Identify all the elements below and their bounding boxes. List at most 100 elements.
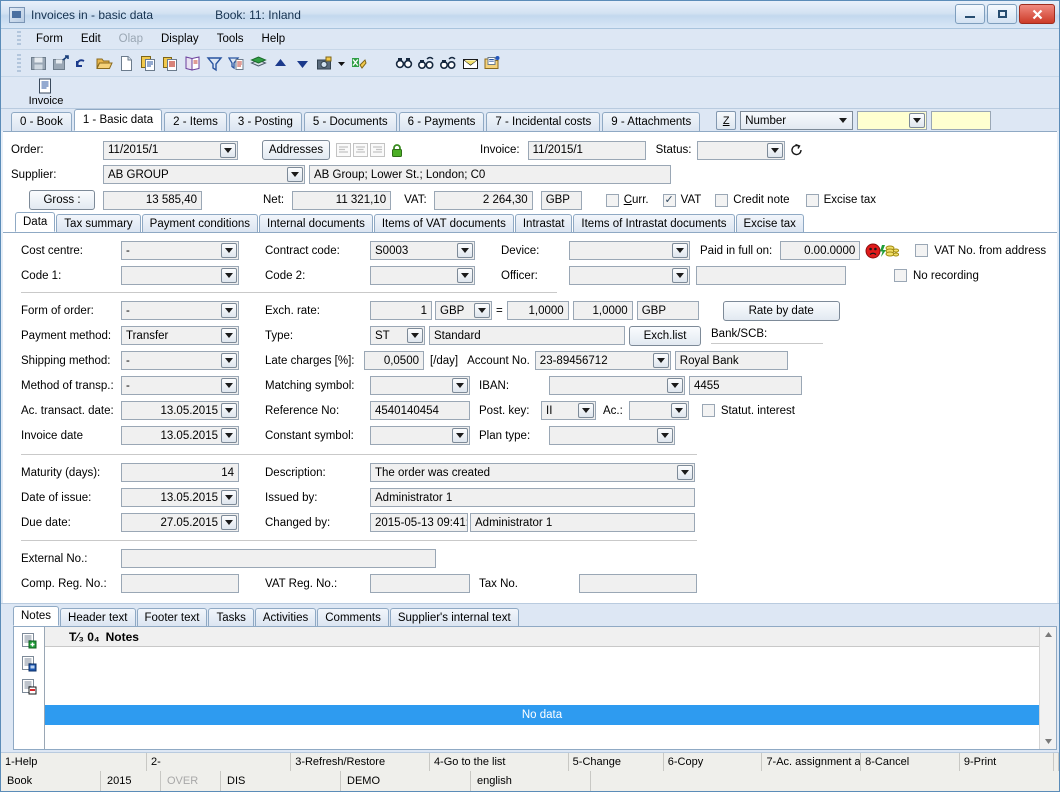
find-icon[interactable]: [393, 52, 415, 74]
notes-scrollbar[interactable]: [1039, 627, 1056, 749]
post-key-select[interactable]: II: [541, 401, 596, 420]
undo-icon[interactable]: [71, 52, 93, 74]
gross-value-field[interactable]: 13 585,40: [103, 191, 202, 210]
filter-document-icon[interactable]: [225, 52, 247, 74]
tab-items[interactable]: 2 - Items: [164, 112, 227, 131]
invoice-date-field[interactable]: 13.05.2015: [121, 426, 239, 445]
invoice-big-button[interactable]: Invoice: [23, 78, 67, 107]
net-value-field[interactable]: 11 321,10: [292, 191, 391, 210]
notes-tab-activities[interactable]: Activities: [255, 608, 316, 626]
inner-tab-data[interactable]: Data: [15, 212, 55, 232]
menu-item-display[interactable]: Display: [152, 31, 208, 47]
constant-symbol-select[interactable]: [370, 426, 470, 445]
vat-reg-no-field[interactable]: [370, 574, 470, 593]
curr-checkbox[interactable]: [606, 194, 619, 207]
tab-documents[interactable]: 5 - Documents: [304, 112, 397, 131]
copy-document-icon[interactable]: [137, 52, 159, 74]
notes-empty-row[interactable]: No data: [45, 705, 1039, 725]
date-of-issue-field[interactable]: 13.05.2015: [121, 488, 239, 507]
tab-book[interactable]: 0 - Book: [11, 112, 72, 131]
scroll-up-icon[interactable]: [1041, 627, 1056, 642]
invoice-number-input[interactable]: 11/2015/1: [528, 141, 646, 160]
statut-interest-checkbox[interactable]: [702, 404, 715, 417]
export-excel-icon[interactable]: [347, 52, 369, 74]
inner-tab-intrastat[interactable]: Intrastat: [515, 214, 573, 232]
vat-no-from-address-checkbox[interactable]: [915, 244, 928, 257]
inner-tab-items-intrastat-documents[interactable]: Items of Intrastat documents: [573, 214, 734, 232]
supplier-select[interactable]: AB GROUP: [103, 165, 305, 184]
tab-payments[interactable]: 6 - Payments: [399, 112, 485, 131]
addresses-button[interactable]: Addresses: [262, 140, 330, 160]
open-folder-icon[interactable]: [93, 52, 115, 74]
attach-folder-icon[interactable]: [481, 52, 503, 74]
payment-method-select[interactable]: Transfer: [121, 326, 239, 345]
contract-code-select[interactable]: S0003: [370, 241, 475, 260]
fkey-10-menu[interactable]: 10-Menu: [1054, 753, 1059, 772]
rate-by-date-button[interactable]: Rate by date: [723, 301, 840, 321]
officer-extra-field[interactable]: [696, 266, 846, 285]
vat-checkbox[interactable]: [663, 194, 676, 207]
exch-rate-2-field[interactable]: 1,0000: [573, 301, 633, 320]
save-icon[interactable]: [27, 52, 49, 74]
plan-type-select[interactable]: [549, 426, 675, 445]
menu-item-edit[interactable]: Edit: [72, 31, 110, 47]
move-up-icon[interactable]: [269, 52, 291, 74]
find-prev-icon[interactable]: [437, 52, 459, 74]
inner-tab-payment-conditions[interactable]: Payment conditions: [142, 214, 258, 232]
order-select[interactable]: 11/2015/1: [103, 141, 238, 160]
device-select[interactable]: [569, 241, 690, 260]
menu-grip[interactable]: [17, 31, 21, 47]
exch-rate-currency-select[interactable]: GBP: [435, 301, 492, 320]
iban-select[interactable]: [549, 376, 685, 395]
notes-tab-header-text[interactable]: Header text: [60, 608, 135, 626]
fkey-6-copy[interactable]: 6-Copy: [664, 753, 763, 772]
tax-no-field[interactable]: [579, 574, 697, 593]
book-icon[interactable]: [181, 52, 203, 74]
type-name-field[interactable]: Standard: [429, 326, 625, 345]
tab-basic-data[interactable]: 1 - Basic data: [74, 109, 162, 131]
gross-button[interactable]: Gross :: [29, 190, 95, 210]
comp-reg-no-field[interactable]: [121, 574, 239, 593]
cost-centre-select[interactable]: -: [121, 241, 239, 260]
notes-tab-notes[interactable]: Notes: [13, 606, 59, 626]
inner-tab-excise-tax[interactable]: Excise tax: [736, 214, 804, 232]
inner-tab-items-vat-documents[interactable]: Items of VAT documents: [374, 214, 514, 232]
edit-note-icon[interactable]: [21, 655, 38, 672]
reference-no-field[interactable]: 4540140454: [370, 401, 470, 420]
fkey-3-refresh[interactable]: 3-Refresh/Restore: [291, 753, 430, 772]
filter-icon[interactable]: [203, 52, 225, 74]
minimize-button[interactable]: [955, 4, 985, 24]
code2-select[interactable]: [370, 266, 475, 285]
exch-rate-currency2-field[interactable]: GBP: [637, 301, 699, 320]
camera-icon[interactable]: [313, 52, 335, 74]
notes-tab-tasks[interactable]: Tasks: [208, 608, 253, 626]
add-note-icon[interactable]: [21, 632, 38, 649]
status-select[interactable]: [697, 141, 785, 160]
exch-rate-qty-field[interactable]: 1: [370, 301, 432, 320]
delete-note-icon[interactable]: [21, 678, 38, 695]
tab-attachments[interactable]: 9 - Attachments: [602, 112, 700, 131]
inner-tab-tax-summary[interactable]: Tax summary: [56, 214, 140, 232]
layers-icon[interactable]: [247, 52, 269, 74]
maturity-field[interactable]: 14: [121, 463, 239, 482]
fkey-8-cancel[interactable]: 8-Cancel: [861, 753, 960, 772]
matching-symbol-select[interactable]: [370, 376, 470, 395]
menu-item-form[interactable]: Form: [27, 31, 72, 47]
code1-select[interactable]: [121, 266, 239, 285]
paid-in-full-field[interactable]: 0.00.0000: [780, 241, 860, 260]
no-recording-checkbox[interactable]: [894, 269, 907, 282]
history-icon[interactable]: [790, 143, 804, 157]
fkey-1-help[interactable]: 1-Help: [1, 753, 147, 772]
maximize-button[interactable]: [987, 4, 1017, 24]
move-down-icon[interactable]: [291, 52, 313, 74]
external-no-field[interactable]: [121, 549, 436, 568]
type-code-select[interactable]: ST: [370, 326, 425, 345]
method-transport-select[interactable]: -: [121, 376, 239, 395]
fkey-9-print[interactable]: 9-Print: [960, 753, 1054, 772]
credit-note-checkbox[interactable]: [715, 194, 728, 207]
paste-document-icon[interactable]: [159, 52, 181, 74]
excise-tax-checkbox[interactable]: [806, 194, 819, 207]
officer-select[interactable]: [569, 266, 690, 285]
account-no-select[interactable]: 23-89456712: [535, 351, 671, 370]
close-button[interactable]: [1019, 4, 1055, 24]
